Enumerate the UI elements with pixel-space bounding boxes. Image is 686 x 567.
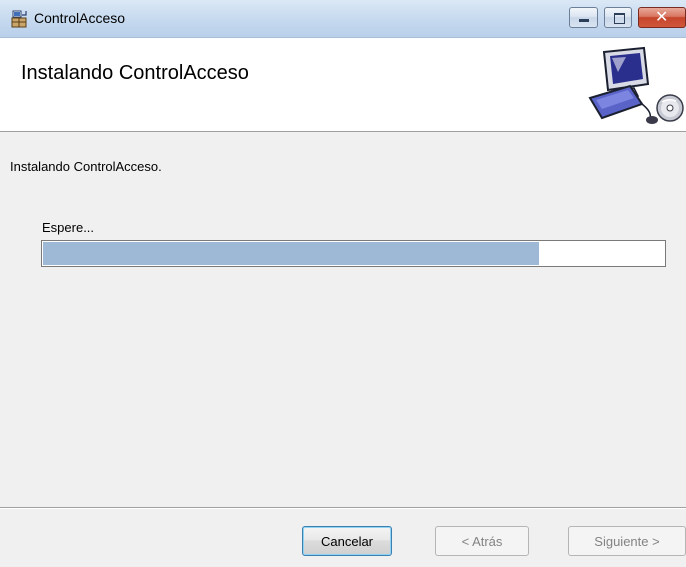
cancel-button[interactable]: Cancelar	[302, 526, 392, 556]
footer-divider	[0, 507, 686, 509]
installer-header: Instalando ControlAcceso	[0, 38, 686, 132]
progress-bar-fill	[43, 242, 540, 265]
page-title: Instalando ControlAcceso	[21, 62, 249, 84]
window-title: ControlAcceso	[34, 10, 126, 26]
back-button[interactable]: < Atrás	[435, 526, 529, 556]
minimize-icon	[579, 19, 589, 22]
progress-label: Espere...	[42, 220, 95, 235]
maximize-button[interactable]	[604, 7, 632, 28]
progress-bar	[41, 240, 666, 267]
minimize-button[interactable]	[569, 7, 598, 28]
status-text: Instalando ControlAcceso.	[10, 159, 162, 174]
maximize-icon	[614, 13, 625, 24]
close-button[interactable]: ✕	[638, 7, 686, 28]
computer-install-icon	[582, 46, 686, 126]
installer-app-icon	[10, 9, 30, 29]
title-bar[interactable]: ControlAcceso ✕	[0, 0, 686, 38]
next-button[interactable]: Siguiente >	[568, 526, 686, 556]
close-icon: ✕	[655, 9, 669, 26]
